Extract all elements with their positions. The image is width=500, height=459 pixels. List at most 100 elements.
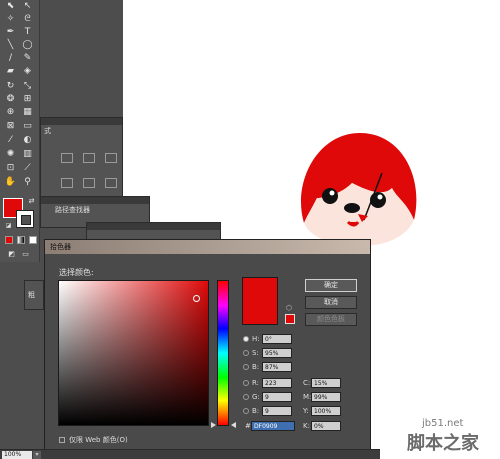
color-picker-dialog: 拾色器 选择颜色: ⬡ 确定 取消 颜色色板 H: 0° S: 95% B: 8… [44,239,371,450]
scale-tool-icon[interactable]: ⤡ [20,80,35,92]
warp-tool-icon[interactable]: ❂ [3,93,18,105]
black-input[interactable]: 0% [311,421,341,431]
panel-format-label: 式 [44,127,51,135]
direct-selection-tool-icon[interactable]: ↖ [20,0,35,12]
yellow-label: Y: [303,407,309,415]
hue-input[interactable]: 0° [262,334,292,344]
blob-brush-tool-icon[interactable]: ▰ [3,65,18,77]
saturation-radio[interactable] [243,350,249,356]
out-of-gamut-warning-icon[interactable]: ⬡ [286,304,292,312]
black-row: K: 0% [303,421,353,431]
line-tool-icon[interactable]: ╲ [3,39,18,51]
saturation-row: S: 95% [243,348,303,358]
align-center-icon[interactable] [83,153,95,163]
draw-mode-icon[interactable]: ◩ [4,248,19,260]
color-field-marker[interactable] [193,295,200,302]
perspective-grid-tool-icon[interactable]: ▦ [20,106,35,118]
rotate-tool-icon[interactable]: ↻ [3,80,18,92]
eyedropper-tool-icon[interactable]: ⁄ [3,134,18,146]
saturation-label: S: [252,349,259,357]
pathfinder-tab[interactable]: 路径查找器 [41,204,149,216]
watermark-logo: 脚本之家 [407,433,479,454]
blue-input[interactable]: 9 [262,406,292,416]
shape-builder-tool-icon[interactable]: ⊕ [3,106,18,118]
hue-label: H: [252,335,260,343]
magic-wand-tool-icon[interactable]: ✧ [3,13,18,25]
blend-tool-icon[interactable]: ◐ [20,134,35,146]
distribute-middle-icon[interactable] [83,178,95,188]
hue-radio[interactable] [243,336,249,342]
cyan-input[interactable]: 15% [311,378,341,388]
pen-tool-icon[interactable]: ✒ [3,26,18,38]
watermark-url: jb51.net [422,418,464,429]
free-transform-tool-icon[interactable]: ⊞ [20,93,35,105]
blue-radio[interactable] [243,408,249,414]
align-panel: 式 [40,117,123,197]
red-row: R: 223 [243,378,303,388]
mesh-tool-icon[interactable]: ⊠ [3,120,18,132]
screen-mode-icon[interactable]: ▭ [18,248,33,260]
magenta-row: M: 99% [303,392,353,402]
type-tool-icon[interactable]: T [20,26,35,38]
cancel-button[interactable]: 取消 [305,296,357,309]
column-graph-tool-icon[interactable]: ▥ [20,148,35,160]
hex-input[interactable]: DF0909 [251,421,295,431]
green-label: G: [252,393,260,401]
tools-panel: ⬉ ↖ ✧ ᘓ ✒ T ╲ ◯ ∕ ✎ ▰ ◈ ↻ ⤡ ❂ ⊞ ⊕ ▦ ⊠ ▭ … [0,0,40,262]
hand-tool-icon[interactable]: ✋ [3,176,18,188]
brightness-radio[interactable] [243,364,249,370]
dialog-title[interactable]: 拾色器 [45,240,370,254]
brightness-row: B: 87% [243,362,303,372]
magenta-input[interactable]: 99% [311,392,341,402]
saturation-input[interactable]: 95% [262,348,292,358]
web-only-option[interactable]: 仅限 Web 颜色(O) [59,435,128,445]
ok-button[interactable]: 确定 [305,279,357,292]
red-radio[interactable] [243,380,249,386]
distribute-bottom-icon[interactable] [105,178,117,188]
cyan-row: C: 15% [303,378,353,388]
stroke-panel-fragment: 粗 [24,280,44,310]
distribute-top-icon[interactable] [61,178,73,188]
brightness-input[interactable]: 87% [262,362,292,372]
web-only-checkbox[interactable] [59,437,65,443]
eraser-tool-icon[interactable]: ◈ [20,65,35,77]
ellipse-tool-icon[interactable]: ◯ [20,39,35,51]
hex-row: # DF0909 [243,421,303,431]
hue-row: H: 0° [243,334,303,344]
symbol-sprayer-tool-icon[interactable]: ✺ [3,148,18,160]
default-colors-icon[interactable]: ◪ [1,220,16,232]
hue-slider-left-arrow[interactable] [211,422,216,428]
stroke-color-swatch[interactable] [16,210,34,228]
zoom-dropdown-arrow-icon[interactable]: ▾ [33,451,41,459]
character-artwork [292,128,424,248]
zoom-level-field[interactable]: 100% [2,451,32,459]
swap-colors-icon[interactable]: ⇄ [24,195,39,207]
yellow-row: Y: 100% [303,406,353,416]
green-radio[interactable] [243,394,249,400]
red-input[interactable]: 223 [262,378,292,388]
pencil-tool-icon[interactable]: ✎ [20,52,35,64]
paintbrush-tool-icon[interactable]: ∕ [3,52,18,64]
current-color-preview [242,277,278,325]
select-color-label: 选择颜色: [59,268,94,277]
gamut-color-chip[interactable] [285,314,295,324]
gradient-mode-icon[interactable] [17,236,25,244]
align-left-icon[interactable] [61,153,73,163]
artboard-tool-icon[interactable]: ⊡ [3,162,18,174]
brightness-label: B: [252,363,260,371]
hex-label: # [245,422,251,430]
green-input[interactable]: 9 [262,392,292,402]
slice-tool-icon[interactable]: ⟋ [20,162,35,174]
yellow-input[interactable]: 100% [311,406,341,416]
lasso-tool-icon[interactable]: ᘓ [20,13,35,25]
color-field[interactable] [58,280,209,426]
hue-slider[interactable] [217,280,229,426]
color-swatches-button[interactable]: 颜色色板 [305,313,357,326]
align-right-icon[interactable] [105,153,117,163]
selection-tool-icon[interactable]: ⬉ [3,0,18,12]
color-mode-icon[interactable] [5,236,13,244]
hue-slider-right-arrow[interactable] [231,422,236,428]
none-mode-icon[interactable] [29,236,37,244]
gradient-tool-icon[interactable]: ▭ [20,120,35,132]
zoom-tool-icon[interactable]: ⚲ [20,176,35,188]
